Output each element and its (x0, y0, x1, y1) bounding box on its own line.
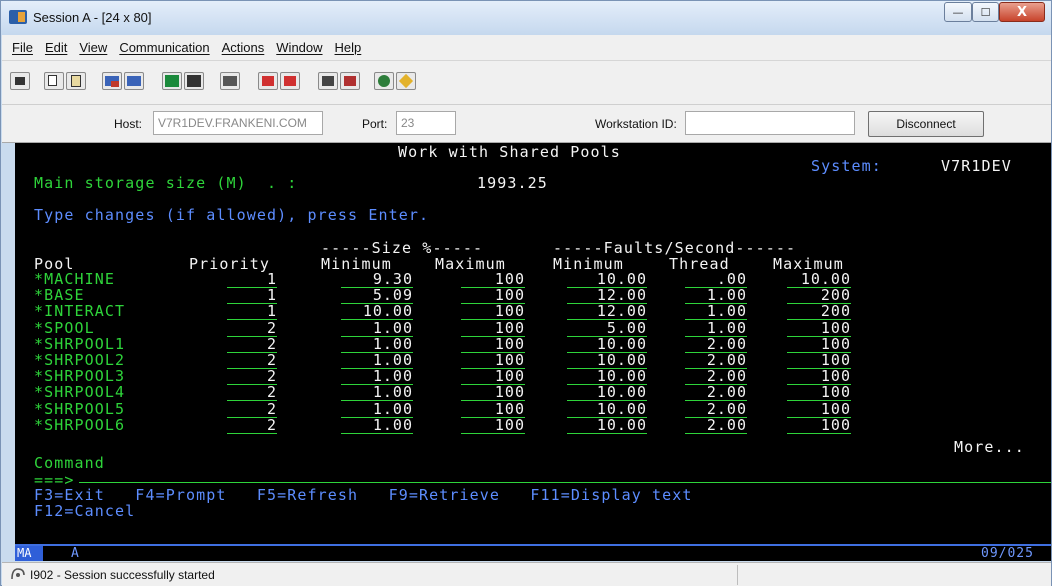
menu-communication[interactable]: Communication (117, 40, 211, 55)
toolbar (2, 61, 1051, 105)
session-icon (9, 10, 27, 24)
print-screen-icon[interactable] (10, 72, 30, 90)
cursor-position: 09/025 (981, 546, 1034, 561)
menu-file[interactable]: File (10, 40, 35, 55)
host-label: Host: (114, 117, 143, 131)
main-storage-label: Main storage size (M) . : (34, 174, 298, 192)
pool-name: *INTERACT (34, 302, 126, 321)
minimize-button[interactable]: — (944, 2, 972, 22)
main-storage-value: 1993.25 (477, 174, 548, 192)
status-divider (737, 565, 738, 585)
command-label: Command (34, 454, 105, 472)
title-bar: Session A - [24 x 80] — ☐ X (1, 1, 1051, 35)
pool-size-min-field[interactable]: 10.00 (341, 304, 413, 321)
macro-play-icon[interactable] (258, 72, 278, 90)
pool-priority-field[interactable]: 2 (227, 385, 277, 402)
disconnect-button[interactable]: Disconnect (868, 111, 984, 137)
pool-thread-field[interactable]: 1.00 (685, 304, 747, 321)
pool-priority-field[interactable]: 1 (227, 304, 277, 321)
instruction-text: Type changes (if allowed), press Enter. (34, 206, 430, 224)
workstation-label: Workstation ID: (595, 117, 677, 131)
send-icon[interactable] (102, 72, 122, 90)
menu-actions[interactable]: Actions (220, 40, 267, 55)
pool-size-max-field[interactable]: 100 (461, 304, 525, 321)
close-icon: X (1016, 4, 1028, 20)
macro-stop-icon[interactable] (280, 72, 300, 90)
menu-edit[interactable]: Edit (43, 40, 69, 55)
color-map-icon[interactable] (374, 72, 394, 90)
display-icon[interactable] (162, 72, 182, 90)
pool-faults-min-field[interactable]: 12.00 (567, 304, 647, 321)
pool-size-max-field[interactable]: 100 (461, 385, 525, 402)
maximize-button[interactable]: ☐ (972, 2, 999, 22)
maximize-icon: ☐ (980, 5, 991, 19)
more-indicator: More... (954, 438, 1025, 456)
pool-thread-field[interactable]: 2.00 (685, 417, 747, 434)
header-priority: Priority (189, 255, 271, 273)
file-receive-icon[interactable] (340, 72, 360, 90)
workstation-field[interactable] (685, 111, 855, 135)
macro-record-icon[interactable] (220, 72, 240, 90)
pool-name: *SHRPOOL6 (34, 415, 126, 434)
pool-faults-max-field[interactable]: 100 (787, 385, 851, 402)
pool-size-min-field[interactable]: 1.00 (341, 385, 413, 402)
status-bar: I902 - Session successfully started (2, 562, 1051, 586)
oia-mode: A (71, 546, 79, 561)
port-field[interactable]: 23 (396, 111, 456, 135)
command-input[interactable] (79, 482, 1051, 483)
window-title: Session A - [24 x 80] (33, 10, 152, 25)
copy-icon[interactable] (44, 72, 64, 90)
system-value: V7R1DEV (941, 157, 1012, 175)
function-keys-line2: F12=Cancel (34, 502, 136, 520)
pool-faults-min-field[interactable]: 10.00 (567, 417, 647, 434)
terminal-screen[interactable]: Work with Shared Pools System: V7R1DEV M… (15, 143, 1051, 544)
pool-size-max-field[interactable]: 100 (461, 417, 525, 434)
operator-information-area: MA A 09/025 (15, 544, 1051, 561)
session-status-icon (11, 568, 25, 580)
paste-icon[interactable] (66, 72, 86, 90)
status-message: I902 - Session successfully started (30, 568, 215, 582)
file-send-icon[interactable] (318, 72, 338, 90)
host-field[interactable]: V7R1DEV.FRANKENI.COM (153, 111, 323, 135)
pool-priority-field[interactable]: 2 (227, 417, 277, 434)
pool-faults-min-field[interactable]: 10.00 (567, 385, 647, 402)
pool-name: *SHRPOOL4 (34, 383, 126, 402)
menu-view[interactable]: View (77, 40, 109, 55)
menu-help[interactable]: Help (333, 40, 364, 55)
pool-thread-field[interactable]: 2.00 (685, 385, 747, 402)
keypad-icon[interactable] (184, 72, 204, 90)
receive-icon[interactable] (124, 72, 144, 90)
screen-title: Work with Shared Pools (398, 143, 621, 161)
oia-indicator: MA (15, 546, 43, 561)
emulator-window: Session A - [24 x 80] — ☐ X File Edit Vi… (0, 0, 1052, 586)
menu-window[interactable]: Window (274, 40, 324, 55)
help-icon[interactable] (396, 72, 416, 90)
system-label: System: (811, 157, 882, 175)
menu-bar: File Edit View Communication Actions Win… (2, 35, 1051, 61)
minimize-icon: — (952, 5, 964, 19)
pool-size-min-field[interactable]: 1.00 (341, 417, 413, 434)
pool-faults-max-field[interactable]: 100 (787, 417, 851, 434)
close-button[interactable]: X (999, 2, 1045, 22)
port-label: Port: (362, 117, 388, 131)
connection-bar: Host: V7R1DEV.FRANKENI.COM Port: 23 Work… (2, 105, 1051, 143)
pool-faults-max-field[interactable]: 200 (787, 304, 851, 321)
